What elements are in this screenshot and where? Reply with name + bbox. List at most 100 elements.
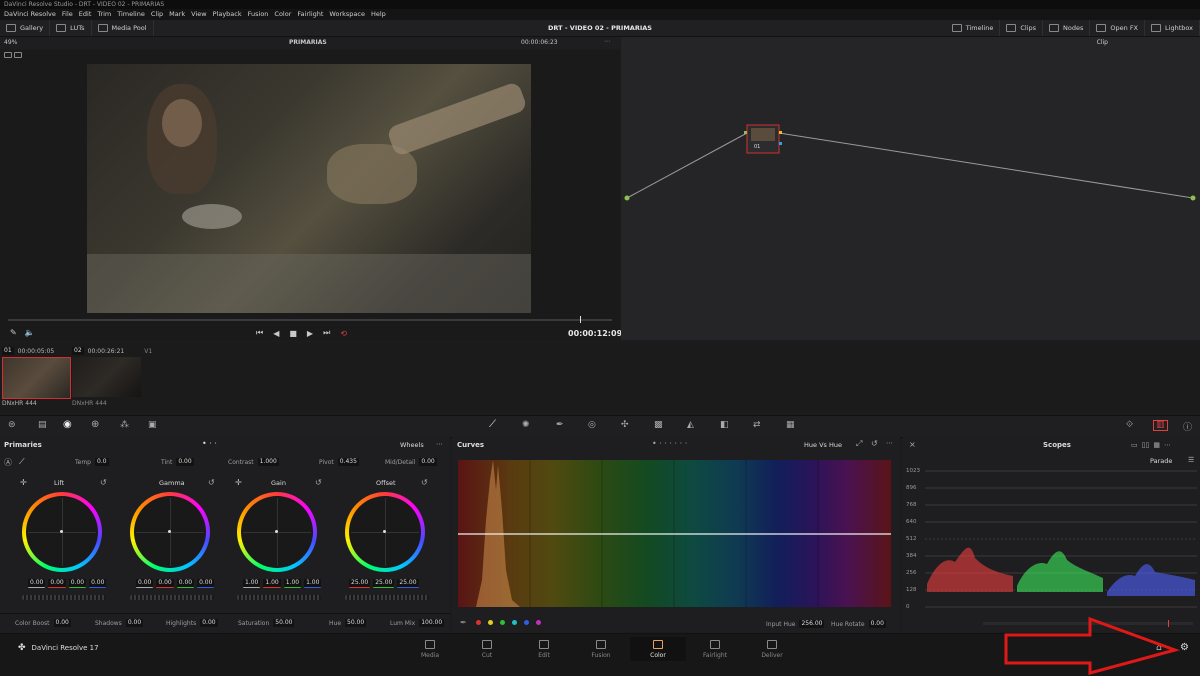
curves-icon[interactable]: ⟋	[489, 419, 496, 430]
curve-picker-icon[interactable]: ✒	[460, 618, 467, 627]
saturation-value[interactable]: 50.00	[273, 619, 295, 627]
lightbox-button[interactable]: Lightbox	[1145, 20, 1200, 36]
hdr-wheels-icon[interactable]: ⊕	[91, 419, 99, 430]
lift-r-value[interactable]: 0.00	[48, 579, 66, 588]
lift-crosshair-icon[interactable]: ✛	[20, 478, 27, 487]
key-icon[interactable]: ◧	[720, 420, 729, 430]
offset-g-value[interactable]: 25.00	[373, 579, 395, 588]
swatch-cyan[interactable]	[512, 620, 517, 625]
reverse-icon[interactable]: ◀	[273, 329, 279, 338]
gain-master-wheel[interactable]	[237, 595, 321, 600]
scrubber-bar[interactable]	[8, 319, 612, 321]
layout-dual-icon[interactable]: ▯▯	[1142, 441, 1150, 449]
viewer-more-icon[interactable]: ⋯	[604, 38, 610, 45]
wheels-mode-select[interactable]: Wheels	[400, 441, 424, 449]
curves-page-dots[interactable]: • · · · · · ·	[652, 439, 687, 448]
video-frame[interactable]	[87, 64, 531, 313]
open-fx-button[interactable]: Open FX	[1090, 20, 1146, 36]
pivot-value[interactable]: 0.435	[337, 458, 359, 466]
gallery-button[interactable]: Gallery	[0, 20, 51, 36]
gamma-g-value[interactable]: 0.00	[176, 579, 195, 588]
curves-expand-icon[interactable]: ⤢	[856, 439, 862, 449]
temp-value[interactable]: 0.0	[95, 458, 109, 466]
lift-g-value[interactable]: 0.00	[68, 579, 87, 588]
curves-reset-icon[interactable]: ↺	[871, 439, 878, 448]
menu-edit[interactable]: Edit	[79, 9, 92, 20]
page-fairlight[interactable]: Fairlight	[687, 637, 743, 661]
clip-1-thumbnail[interactable]	[2, 357, 71, 399]
gain-wheel[interactable]	[237, 492, 317, 572]
contrast-value[interactable]: 1.000	[257, 458, 279, 466]
gamma-wheel[interactable]	[130, 492, 210, 572]
layout-quad-icon[interactable]: ▦	[1153, 441, 1160, 449]
tracker-icon[interactable]: ✣	[621, 420, 629, 430]
gain-r-value[interactable]: 1.00	[263, 579, 281, 588]
menu-davinci[interactable]: DaVinci Resolve	[4, 9, 56, 20]
source-input-dot[interactable]	[624, 195, 630, 201]
page-cut[interactable]: Cut	[459, 637, 515, 661]
node-key-dot[interactable]	[779, 142, 782, 145]
gamma-master-wheel[interactable]	[130, 595, 214, 600]
offset-wheel[interactable]	[345, 492, 425, 572]
primaries-more-icon[interactable]: ⋯	[436, 440, 443, 448]
lift-master-wheel[interactable]	[22, 595, 106, 600]
color-wheels-icon[interactable]: ◉	[63, 419, 72, 430]
viewer-clip-name[interactable]: PRIMARIAS	[289, 39, 327, 46]
lift-reset-icon[interactable]: ↺	[100, 478, 107, 487]
camera-raw-icon[interactable]: ⊜	[8, 420, 16, 430]
picker-icon[interactable]: ✎	[10, 328, 17, 337]
gamma-r-value[interactable]: 0.00	[156, 579, 174, 588]
tint-value[interactable]: 0.00	[176, 458, 194, 466]
menu-file[interactable]: File	[62, 9, 73, 20]
gain-reset-icon[interactable]: ↺	[315, 478, 322, 487]
page-fusion[interactable]: Fusion	[573, 637, 629, 661]
curves-more-icon[interactable]: ⋯	[886, 439, 893, 447]
nodes-button[interactable]: Nodes	[1043, 20, 1091, 36]
offset-b-value[interactable]: 25.00	[397, 579, 419, 588]
lift-wheel[interactable]	[22, 492, 102, 572]
node-editor[interactable]: Clip 01	[621, 37, 1200, 340]
rgb-mixer-icon[interactable]: ⁂	[120, 420, 129, 430]
window-icon[interactable]: ◎	[588, 420, 596, 430]
loop-icon[interactable]: ⟲	[340, 329, 347, 338]
scopes-more-icon[interactable]: ⋯	[1164, 441, 1171, 449]
gamma-reset-icon[interactable]: ↺	[208, 478, 215, 487]
menu-timeline[interactable]: Timeline	[117, 9, 145, 20]
mid-detail-value[interactable]: 0.00	[419, 458, 437, 466]
input-hue-value[interactable]: 256.00	[799, 620, 825, 628]
page-deliver[interactable]: Deliver	[744, 637, 800, 661]
gain-b-value[interactable]: 1.00	[304, 579, 322, 588]
info-icon[interactable]: ⓘ	[1183, 420, 1192, 433]
menu-view[interactable]: View	[191, 9, 206, 20]
swatch-blue[interactable]	[524, 620, 529, 625]
skip-end-icon[interactable]: ⏭	[323, 328, 330, 338]
viewer-split-icon[interactable]	[14, 52, 23, 58]
zoom-level[interactable]: 49%	[4, 39, 17, 46]
hue-value[interactable]: 50.00	[345, 619, 367, 627]
menu-trim[interactable]: Trim	[97, 9, 111, 20]
play-icon[interactable]: ▶	[307, 329, 313, 338]
offset-master-wheel[interactable]	[345, 595, 429, 600]
blur-icon[interactable]: ◭	[687, 420, 694, 430]
page-edit[interactable]: Edit	[516, 637, 572, 661]
menu-fusion[interactable]: Fusion	[248, 9, 269, 20]
gain-g-value[interactable]: 1.00	[283, 579, 302, 588]
color-match-icon[interactable]: ▤	[38, 420, 47, 430]
offset-r-value[interactable]: 25.00	[349, 579, 371, 588]
menu-fairlight[interactable]: Fairlight	[297, 9, 323, 20]
media-pool-button[interactable]: Media Pool	[92, 20, 154, 36]
hue-rotate-value[interactable]: 0.00	[868, 620, 886, 628]
menu-mark[interactable]: Mark	[169, 9, 185, 20]
swatch-yellow[interactable]	[488, 620, 493, 625]
layout-single-icon[interactable]: ▭	[1131, 441, 1138, 449]
audio-icon[interactable]: 🔈	[25, 328, 35, 337]
qualifier-icon[interactable]: ✒	[556, 420, 564, 430]
skip-start-icon[interactable]: ⏮	[256, 328, 263, 338]
clip-2-thumbnail[interactable]	[72, 357, 141, 397]
output-dot[interactable]	[1190, 195, 1196, 201]
swatch-green[interactable]	[500, 620, 505, 625]
gain-y-value[interactable]: 1.00	[243, 579, 261, 588]
node-output-dot[interactable]	[779, 131, 782, 134]
scopes-close-icon[interactable]: ×	[909, 440, 916, 449]
gamma-y-value[interactable]: 0.00	[136, 579, 154, 588]
